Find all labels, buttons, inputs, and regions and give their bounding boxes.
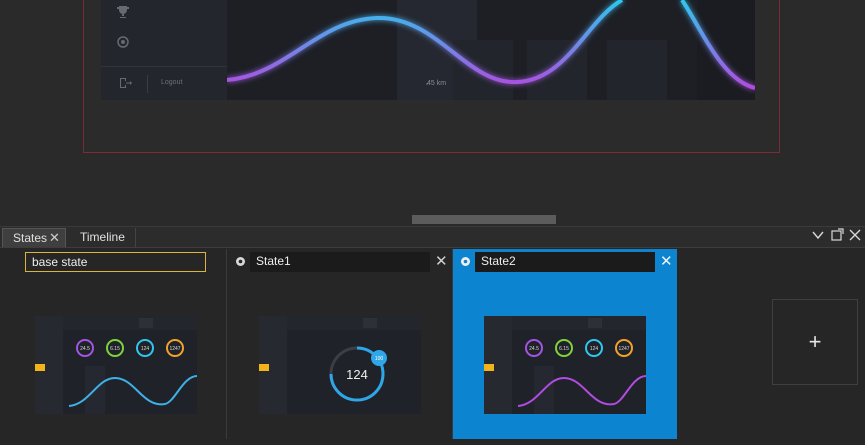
stat-value: 6.15: [559, 346, 569, 352]
state-thumbnail[interactable]: 24.5 6.15 124 1247: [35, 316, 197, 414]
app-sidebar: Logout: [101, 0, 227, 100]
stat-value: 124: [590, 346, 599, 352]
panel-tabbar: States ✕ Timeline: [0, 227, 865, 248]
distance-label: 45 km: [427, 80, 447, 87]
design-canvas[interactable]: Logout 45 km: [0, 0, 865, 226]
settings-icon[interactable]: [234, 256, 246, 268]
stat-value: 124: [141, 346, 150, 352]
thumbnail-graphic: 24.5 6.15 124 1247: [484, 316, 646, 414]
wave-graph: 45 km: [226, 0, 756, 100]
stat-value: 1247: [618, 346, 629, 352]
logout-label: Logout: [161, 79, 183, 86]
stat-value: 1247: [169, 346, 180, 352]
tab-states[interactable]: States ✕: [2, 228, 66, 247]
stat-value: 24.5: [80, 346, 90, 352]
plus-icon: +: [808, 329, 822, 354]
thumbnail-graphic: 24.5 6.15 124 1247: [35, 316, 197, 414]
stat-value: 6.15: [110, 346, 120, 352]
state-card-base[interactable]: base state 24.5 6.15 124 1247: [4, 249, 227, 439]
tab-timeline-label: Timeline: [80, 230, 125, 244]
thumbnail-graphic: 100 124: [259, 316, 421, 414]
state-name-input[interactable]: base state: [25, 252, 206, 272]
horizontal-scrollbar[interactable]: [412, 215, 556, 224]
undock-icon[interactable]: [829, 228, 845, 246]
state-name-label[interactable]: State1: [250, 252, 430, 272]
close-panel-icon[interactable]: [847, 228, 863, 246]
state-name-label[interactable]: State2: [475, 252, 655, 272]
center-value: 124: [346, 367, 368, 382]
add-state-button[interactable]: +: [772, 299, 858, 385]
state-thumbnail[interactable]: 100 124: [259, 316, 421, 414]
settings-circle-icon: [116, 35, 130, 49]
badge-value: 100: [375, 356, 384, 362]
settings-icon[interactable]: [459, 256, 471, 268]
trophy-icon: [116, 5, 130, 19]
divider: [147, 75, 148, 93]
wave-graph-svg: [226, 0, 756, 100]
stat-value: 24.5: [529, 346, 539, 352]
logout-row[interactable]: Logout: [101, 66, 227, 101]
state-card-state2[interactable]: State2 ✕ 24.5 6.15 124 1247: [453, 249, 677, 439]
tab-states-label: States: [13, 231, 48, 245]
states-panel: States ✕ Timeline base state 24.5 6.15 1…: [0, 226, 865, 445]
chevron-down-icon[interactable]: [810, 228, 826, 246]
app-preview: Logout 45 km: [101, 0, 756, 100]
delete-state-icon[interactable]: ✕: [435, 253, 448, 271]
tab-timeline[interactable]: Timeline: [70, 228, 136, 247]
close-icon[interactable]: ✕: [49, 228, 60, 247]
delete-state-icon[interactable]: ✕: [660, 253, 673, 271]
state-thumbnail[interactable]: 24.5 6.15 124 1247: [484, 316, 646, 414]
state-card-state1[interactable]: State1 ✕ 100 124: [228, 249, 453, 439]
logout-icon: [118, 76, 132, 90]
